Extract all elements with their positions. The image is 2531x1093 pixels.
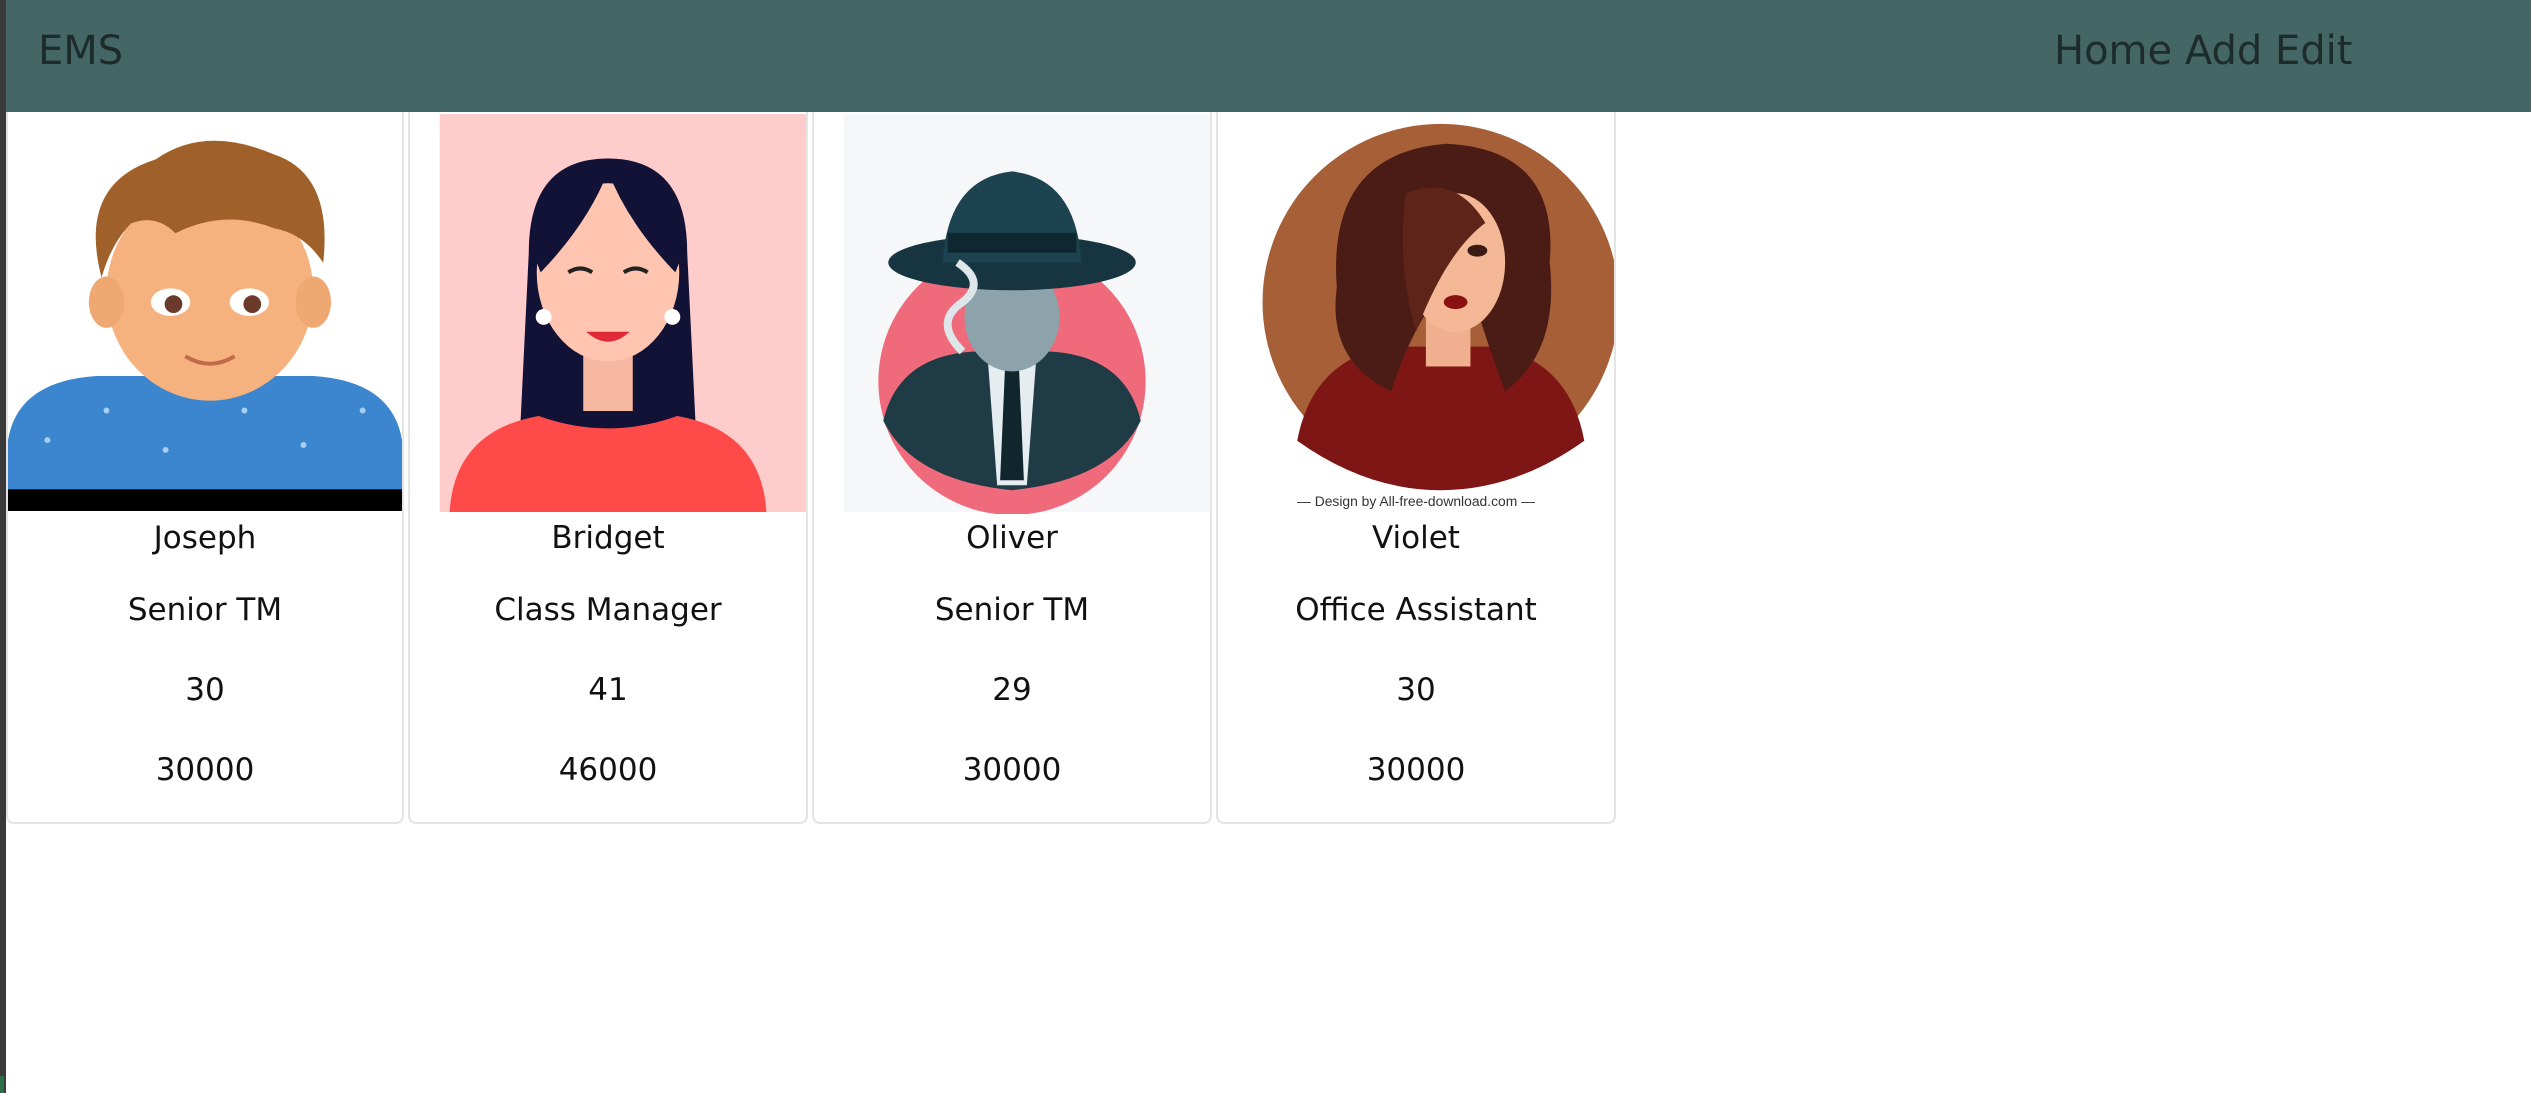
employee-card-list: Joseph Senior TM 30 30000 Bridget Class … — [6, 112, 1616, 824]
employee-salary: 30000 — [155, 752, 255, 788]
boy-avatar-icon — [8, 115, 402, 511]
employee-role: Senior TM — [934, 592, 1090, 628]
svg-text:— Design by All-free-download.: — Design by All-free-download.com — — [1297, 493, 1535, 509]
brand-logo[interactable]: EMS — [38, 28, 123, 74]
employee-age: 30 — [1396, 672, 1436, 708]
nav-links: Home Add Edit — [2054, 28, 2352, 74]
nav-link-home[interactable]: Home — [2054, 28, 2172, 74]
employee-card[interactable]: Joseph Senior TM 30 30000 — [6, 112, 404, 824]
window-corner-marker — [0, 1076, 4, 1093]
curly-woman-avatar-icon: — Design by All-free-download.com — — [1218, 114, 1614, 512]
employee-card[interactable]: Bridget Class Manager 41 46000 — [408, 112, 808, 824]
employee-role: Office Assistant — [1295, 592, 1537, 628]
employee-age: 30 — [185, 672, 225, 708]
detective-avatar-icon — [814, 114, 1210, 514]
employee-name: Oliver — [966, 520, 1058, 556]
employee-name: Violet — [1372, 520, 1460, 556]
employee-salary: 30000 — [1366, 752, 1466, 788]
employee-age: 41 — [588, 672, 628, 708]
employee-role: Senior TM — [127, 592, 283, 628]
employee-card[interactable]: Oliver Senior TM 29 30000 — [812, 112, 1212, 824]
employee-salary: 30000 — [962, 752, 1062, 788]
navbar: EMS Home Add Edit — [6, 0, 2531, 112]
nav-link-edit[interactable]: Edit — [2275, 28, 2352, 74]
employee-role: Class Manager — [494, 592, 722, 628]
employee-salary: 46000 — [558, 752, 658, 788]
nav-link-add[interactable]: Add — [2185, 28, 2262, 74]
employee-age: 29 — [992, 672, 1032, 708]
woman-avatar-icon — [410, 114, 806, 512]
employee-card[interactable]: — Design by All-free-download.com — Viol… — [1216, 112, 1616, 824]
employee-name: Bridget — [551, 520, 665, 556]
employee-name: Joseph — [153, 520, 257, 556]
